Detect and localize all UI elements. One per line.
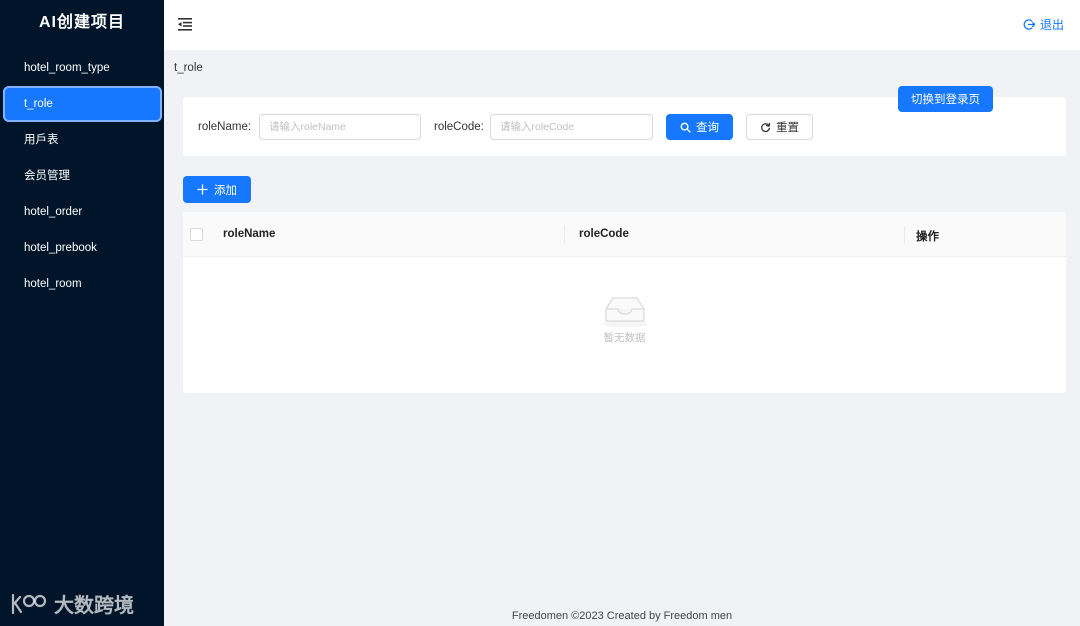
add-button[interactable]: 添加	[183, 176, 251, 203]
watermark-logo-icon	[11, 593, 47, 614]
sidebar-item-t-role[interactable]: t_role	[3, 86, 162, 122]
rolename-input[interactable]	[259, 114, 421, 140]
rolecode-label: roleCode:	[434, 121, 484, 133]
sidebar-item-user-table[interactable]: 用戶表	[0, 122, 164, 158]
add-label: 添加	[214, 184, 237, 197]
sidebar-item-hotel-order[interactable]: hotel_order	[0, 194, 164, 230]
sidebar-item-hotel-room[interactable]: hotel_room	[0, 266, 164, 302]
table-header: roleName roleCode 操作	[183, 212, 1066, 257]
empty-inbox-icon	[602, 297, 647, 328]
menu-fold-icon[interactable]	[176, 15, 194, 33]
column-header-rolename[interactable]: roleName	[223, 228, 275, 240]
sidebar-item-hotel-prebook[interactable]: hotel_prebook	[0, 230, 164, 266]
plus-icon	[197, 184, 208, 195]
reset-button[interactable]: 重置	[746, 114, 813, 140]
select-all-checkbox[interactable]	[190, 228, 203, 241]
reset-label: 重置	[776, 122, 799, 134]
sidebar: AI创建项目 hotel_room_type t_role 用戶表 会员管理 h…	[0, 0, 164, 626]
footer: Freedomen ©2023 Created by Freedom men	[511, 610, 733, 622]
breadcrumb: t_role	[174, 62, 203, 74]
empty-text: 暂无数据	[603, 332, 646, 344]
logout-button[interactable]: 退出	[1023, 16, 1064, 33]
logout-icon	[1023, 19, 1036, 30]
top-header: 退出	[164, 0, 1080, 50]
query-button[interactable]: 查询	[666, 114, 733, 140]
query-label: 查询	[696, 122, 719, 134]
rolename-label: roleName:	[198, 121, 252, 133]
watermark: 大数跨境	[10, 589, 134, 618]
column-header-rolecode[interactable]: roleCode	[579, 228, 629, 240]
rolecode-input[interactable]	[490, 114, 653, 140]
watermark-text: 大数跨境	[54, 595, 134, 617]
switch-to-login-button[interactable]: 切换到登录页	[898, 86, 993, 112]
reload-icon	[761, 122, 771, 132]
sidebar-item-member-management[interactable]: 会员管理	[0, 158, 164, 194]
logout-label: 退出	[1039, 18, 1064, 32]
empty-state: 暂无数据	[183, 294, 1066, 345]
search-icon	[680, 122, 691, 133]
sidebar-item-hotel-room-type[interactable]: hotel_room_type	[0, 50, 164, 86]
column-divider	[564, 226, 565, 244]
app-title: AI创建项目	[38, 14, 125, 31]
column-divider	[904, 226, 905, 244]
sidebar-menu: hotel_room_type t_role 用戶表 会员管理 hotel_or…	[0, 50, 164, 302]
column-header-actions: 操作	[916, 231, 939, 243]
role-table: roleName roleCode 操作 暂无数据	[183, 212, 1066, 393]
